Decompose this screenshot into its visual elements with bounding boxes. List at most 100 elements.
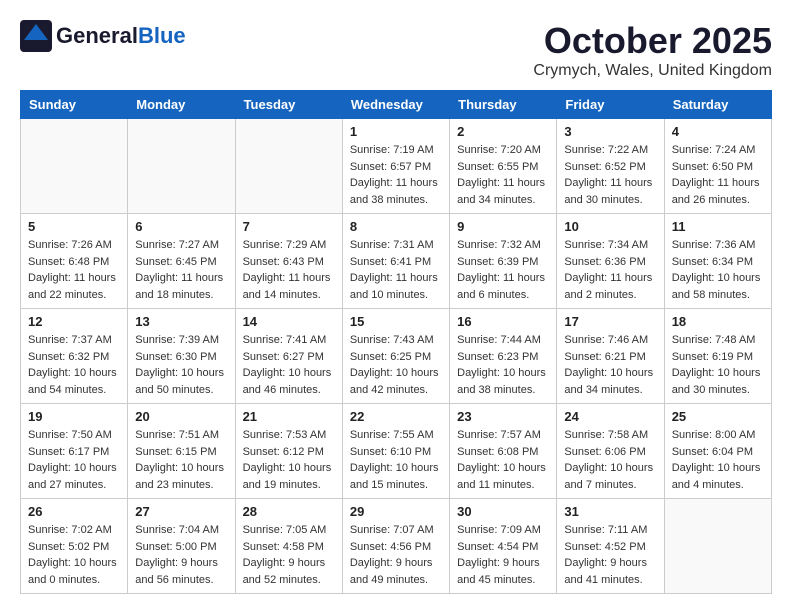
day-info: Sunrise: 7:44 AMSunset: 6:23 PMDaylight:… bbox=[457, 332, 549, 398]
day-info: Sunrise: 7:09 AMSunset: 4:54 PMDaylight:… bbox=[457, 522, 549, 588]
day-info: Sunrise: 7:31 AMSunset: 6:41 PMDaylight:… bbox=[350, 237, 442, 303]
day-number: 11 bbox=[672, 219, 764, 234]
logo: General Blue bbox=[20, 20, 186, 52]
logo-blue: Blue bbox=[138, 23, 186, 49]
calendar-cell: 25Sunrise: 8:00 AMSunset: 6:04 PMDayligh… bbox=[664, 404, 771, 499]
day-number: 21 bbox=[243, 409, 335, 424]
day-number: 13 bbox=[135, 314, 227, 329]
calendar-header-thursday: Thursday bbox=[450, 91, 557, 119]
day-info: Sunrise: 7:20 AMSunset: 6:55 PMDaylight:… bbox=[457, 142, 549, 208]
calendar-header-row: SundayMondayTuesdayWednesdayThursdayFrid… bbox=[21, 91, 772, 119]
day-info: Sunrise: 7:53 AMSunset: 6:12 PMDaylight:… bbox=[243, 427, 335, 493]
day-number: 10 bbox=[564, 219, 656, 234]
day-number: 3 bbox=[564, 124, 656, 139]
day-info: Sunrise: 7:50 AMSunset: 6:17 PMDaylight:… bbox=[28, 427, 120, 493]
day-info: Sunrise: 7:37 AMSunset: 6:32 PMDaylight:… bbox=[28, 332, 120, 398]
day-info: Sunrise: 7:05 AMSunset: 4:58 PMDaylight:… bbox=[243, 522, 335, 588]
day-number: 5 bbox=[28, 219, 120, 234]
calendar-cell: 11 Sunrise: 7:36 AMSunset: 6:34 PMDayligh… bbox=[664, 214, 771, 309]
day-info: Sunrise: 7:07 AMSunset: 4:56 PMDaylight:… bbox=[350, 522, 442, 588]
calendar-cell: 6Sunrise: 7:27 AMSunset: 6:45 PMDaylight… bbox=[128, 214, 235, 309]
calendar-cell bbox=[664, 499, 771, 594]
calendar-cell: 14Sunrise: 7:41 AMSunset: 6:27 PMDayligh… bbox=[235, 309, 342, 404]
calendar-cell: 15 Sunrise: 7:43 AMSunset: 6:25 PMDayligh… bbox=[342, 309, 449, 404]
day-number: 23 bbox=[457, 409, 549, 424]
day-info: Sunrise: 7:58 AMSunset: 6:06 PMDaylight:… bbox=[564, 427, 656, 493]
day-number: 14 bbox=[243, 314, 335, 329]
day-info: Sunrise: 7:43 AMSunset: 6:25 PMDaylight:… bbox=[350, 332, 442, 398]
calendar-cell: 22 Sunrise: 7:55 AMSunset: 6:10 PMDayligh… bbox=[342, 404, 449, 499]
day-info: Sunrise: 7:26 AMSunset: 6:48 PMDaylight:… bbox=[28, 237, 120, 303]
calendar-cell: 29 Sunrise: 7:07 AMSunset: 4:56 PMDayligh… bbox=[342, 499, 449, 594]
calendar-cell: 3 Sunrise: 7:22 AMSunset: 6:52 PMDaylight… bbox=[557, 119, 664, 214]
day-number: 4 bbox=[672, 124, 764, 139]
calendar-cell: 21 Sunrise: 7:53 AMSunset: 6:12 PMDayligh… bbox=[235, 404, 342, 499]
calendar-cell: 9Sunrise: 7:32 AMSunset: 6:39 PMDaylight… bbox=[450, 214, 557, 309]
calendar-cell: 4 Sunrise: 7:24 AMSunset: 6:50 PMDaylight… bbox=[664, 119, 771, 214]
logo-general: General bbox=[56, 23, 138, 49]
calendar-cell: 30 Sunrise: 7:09 AMSunset: 4:54 PMDayligh… bbox=[450, 499, 557, 594]
calendar-week-2: 5 Sunrise: 7:26 AMSunset: 6:48 PMDaylight… bbox=[21, 214, 772, 309]
day-info: Sunrise: 7:29 AMSunset: 6:43 PMDaylight:… bbox=[243, 237, 335, 303]
calendar-cell bbox=[128, 119, 235, 214]
calendar-cell: 8 Sunrise: 7:31 AMSunset: 6:41 PMDaylight… bbox=[342, 214, 449, 309]
logo-icon bbox=[20, 20, 52, 52]
day-info: Sunrise: 7:39 AMSunset: 6:30 PMDaylight:… bbox=[135, 332, 227, 398]
day-info: Sunrise: 7:27 AMSunset: 6:45 PMDaylight:… bbox=[135, 237, 227, 303]
calendar-cell: 16Sunrise: 7:44 AMSunset: 6:23 PMDayligh… bbox=[450, 309, 557, 404]
calendar-cell: 24 Sunrise: 7:58 AMSunset: 6:06 PMDayligh… bbox=[557, 404, 664, 499]
day-number: 7 bbox=[243, 219, 335, 234]
day-number: 22 bbox=[350, 409, 442, 424]
title-section: October 2025 Crymych, Wales, United King… bbox=[533, 20, 772, 80]
calendar-cell: 1 Sunrise: 7:19 AMSunset: 6:57 PMDaylight… bbox=[342, 119, 449, 214]
calendar-cell: 31 Sunrise: 7:11 AMSunset: 4:52 PMDayligh… bbox=[557, 499, 664, 594]
day-number: 26 bbox=[28, 504, 120, 519]
calendar-week-5: 26 Sunrise: 7:02 AMSunset: 5:02 PMDayligh… bbox=[21, 499, 772, 594]
calendar-cell: 28Sunrise: 7:05 AMSunset: 4:58 PMDayligh… bbox=[235, 499, 342, 594]
calendar-header-sunday: Sunday bbox=[21, 91, 128, 119]
day-info: Sunrise: 7:51 AMSunset: 6:15 PMDaylight:… bbox=[135, 427, 227, 493]
calendar-cell: 13 Sunrise: 7:39 AMSunset: 6:30 PMDayligh… bbox=[128, 309, 235, 404]
day-number: 9 bbox=[457, 219, 549, 234]
day-number: 8 bbox=[350, 219, 442, 234]
day-info: Sunrise: 7:02 AMSunset: 5:02 PMDaylight:… bbox=[28, 522, 120, 588]
day-number: 2 bbox=[457, 124, 549, 139]
day-number: 1 bbox=[350, 124, 442, 139]
day-number: 31 bbox=[564, 504, 656, 519]
calendar-header-wednesday: Wednesday bbox=[342, 91, 449, 119]
day-info: Sunrise: 7:19 AMSunset: 6:57 PMDaylight:… bbox=[350, 142, 442, 208]
page-header: General Blue October 2025 Crymych, Wales… bbox=[20, 20, 772, 80]
month-title: October 2025 bbox=[533, 20, 772, 62]
day-info: Sunrise: 7:34 AMSunset: 6:36 PMDaylight:… bbox=[564, 237, 656, 303]
calendar-cell bbox=[21, 119, 128, 214]
day-info: Sunrise: 7:57 AMSunset: 6:08 PMDaylight:… bbox=[457, 427, 549, 493]
calendar-cell: 2 Sunrise: 7:20 AMSunset: 6:55 PMDaylight… bbox=[450, 119, 557, 214]
calendar-table: SundayMondayTuesdayWednesdayThursdayFrid… bbox=[20, 90, 772, 594]
day-info: Sunrise: 7:36 AMSunset: 6:34 PMDaylight:… bbox=[672, 237, 764, 303]
day-info: Sunrise: 7:48 AMSunset: 6:19 PMDaylight:… bbox=[672, 332, 764, 398]
day-number: 19 bbox=[28, 409, 120, 424]
day-info: Sunrise: 7:24 AMSunset: 6:50 PMDaylight:… bbox=[672, 142, 764, 208]
day-number: 27 bbox=[135, 504, 227, 519]
location: Crymych, Wales, United Kingdom bbox=[533, 62, 772, 80]
day-info: Sunrise: 7:04 AMSunset: 5:00 PMDaylight:… bbox=[135, 522, 227, 588]
calendar-cell: 20Sunrise: 7:51 AMSunset: 6:15 PMDayligh… bbox=[128, 404, 235, 499]
calendar-cell: 23 Sunrise: 7:57 AMSunset: 6:08 PMDayligh… bbox=[450, 404, 557, 499]
calendar-header-monday: Monday bbox=[128, 91, 235, 119]
calendar-cell: 10 Sunrise: 7:34 AMSunset: 6:36 PMDayligh… bbox=[557, 214, 664, 309]
calendar-header-friday: Friday bbox=[557, 91, 664, 119]
calendar-header-saturday: Saturday bbox=[664, 91, 771, 119]
day-info: Sunrise: 8:00 AMSunset: 6:04 PMDaylight:… bbox=[672, 427, 764, 493]
calendar-cell: 26 Sunrise: 7:02 AMSunset: 5:02 PMDayligh… bbox=[21, 499, 128, 594]
day-info: Sunrise: 7:11 AMSunset: 4:52 PMDaylight:… bbox=[564, 522, 656, 588]
calendar-header-tuesday: Tuesday bbox=[235, 91, 342, 119]
day-number: 12 bbox=[28, 314, 120, 329]
day-info: Sunrise: 7:46 AMSunset: 6:21 PMDaylight:… bbox=[564, 332, 656, 398]
day-number: 24 bbox=[564, 409, 656, 424]
day-info: Sunrise: 7:55 AMSunset: 6:10 PMDaylight:… bbox=[350, 427, 442, 493]
day-info: Sunrise: 7:22 AMSunset: 6:52 PMDaylight:… bbox=[564, 142, 656, 208]
day-number: 30 bbox=[457, 504, 549, 519]
calendar-week-4: 19 Sunrise: 7:50 AMSunset: 6:17 PMDayligh… bbox=[21, 404, 772, 499]
day-number: 15 bbox=[350, 314, 442, 329]
day-number: 29 bbox=[350, 504, 442, 519]
